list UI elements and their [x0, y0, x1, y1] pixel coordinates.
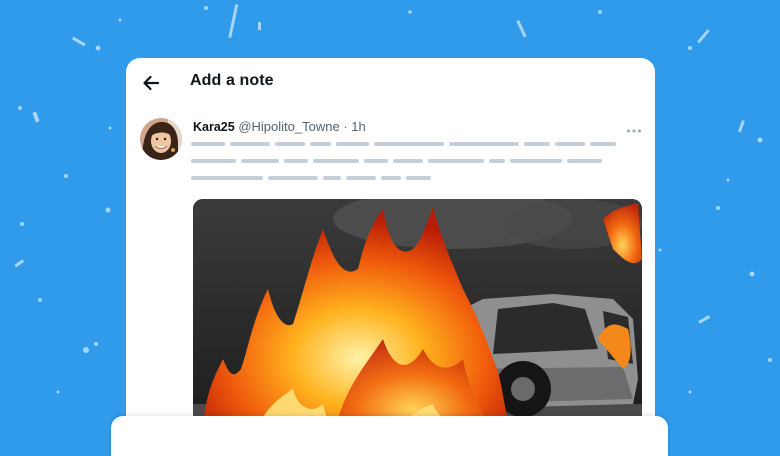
back-button[interactable]: [140, 72, 162, 94]
display-name[interactable]: Kara25: [193, 120, 235, 134]
post-meta: Kara25 @Hipolito_Towne · 1h: [193, 119, 366, 134]
avatar-photo: [140, 118, 182, 160]
user-handle[interactable]: @Hipolito_Towne: [238, 119, 339, 134]
page-title: Add a note: [190, 72, 274, 89]
card-header: Add a note: [126, 58, 655, 108]
burning-car-photo: [193, 199, 642, 438]
more-button[interactable]: [626, 121, 642, 133]
add-note-card: Add a note Kara25 @Hipolito_Towne · 1h: [126, 58, 655, 438]
arrow-left-icon: [143, 75, 160, 91]
post-time[interactable]: 1h: [351, 119, 365, 134]
meta-separator: ·: [343, 119, 348, 134]
post-media-image[interactable]: [193, 199, 642, 438]
more-horizontal-icon: [627, 129, 641, 133]
bottom-sheet: [111, 416, 668, 456]
avatar[interactable]: [140, 118, 182, 160]
